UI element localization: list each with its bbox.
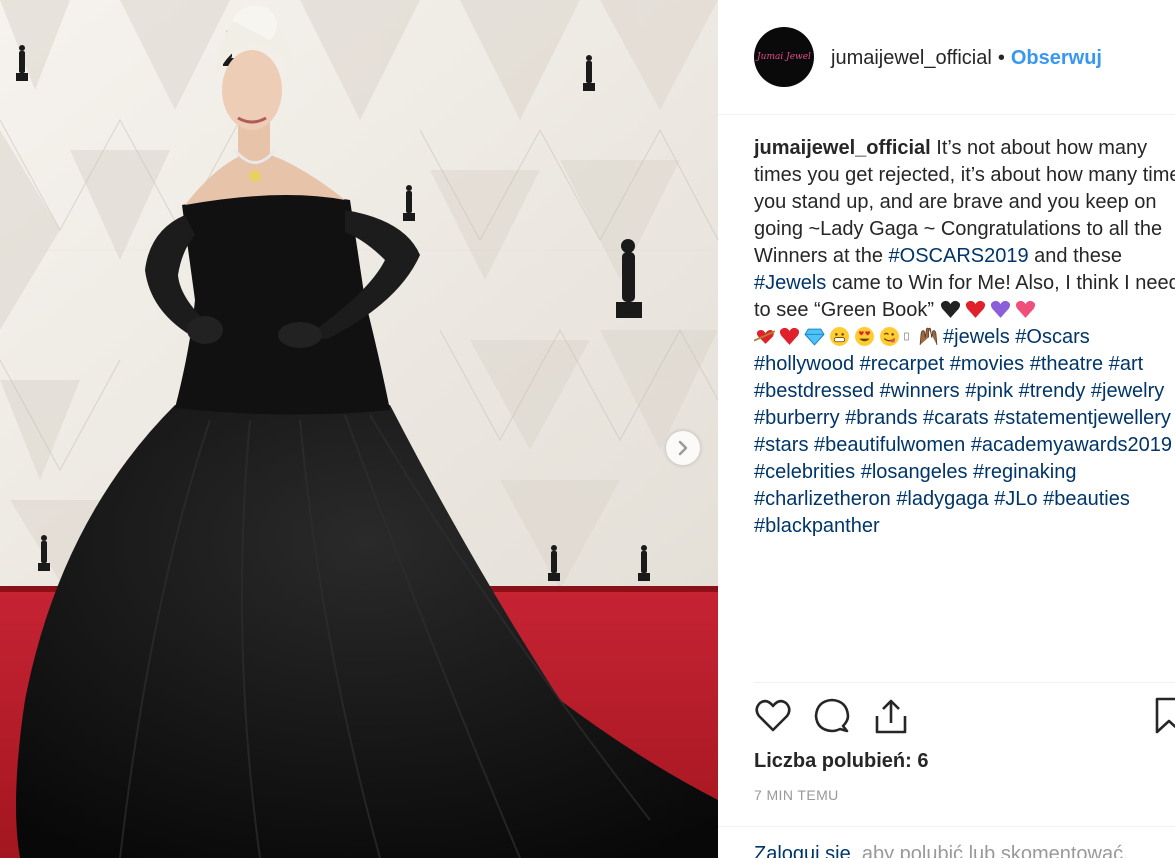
hashtag-link[interactable]: #bestdressed (754, 380, 874, 402)
hashtag-link[interactable]: #Jewels (754, 272, 826, 294)
red-carpet-photo (0, 0, 718, 858)
missing-glyph-icon (904, 332, 909, 341)
hashtag-link[interactable]: #statementjewellery (994, 407, 1171, 429)
hashtag-link[interactable]: #jewels (943, 326, 1010, 348)
caption-username-link[interactable]: jumaijewel_official (754, 137, 931, 159)
hashtag-link[interactable]: #art (1109, 353, 1143, 375)
hashtag-link[interactable]: #academyawards2019 (971, 434, 1172, 456)
comment-bubble-icon[interactable] (813, 697, 851, 735)
face-savoring-food-icon (880, 327, 899, 346)
login-link[interactable]: Zaloguj się (754, 843, 851, 858)
post-timestamp: 7 MIN TEMU (754, 787, 839, 803)
hashtag-link[interactable]: #beautifulwomen (814, 434, 965, 456)
hashtag-link[interactable]: #hollywood (754, 353, 854, 375)
login-prompt: Zaloguj się, aby polubić lub skomentować… (718, 826, 1175, 858)
post-photo[interactable] (0, 0, 718, 858)
hashtag-link[interactable]: #trendy (1019, 380, 1086, 402)
heart-with-arrow-icon (754, 329, 775, 344)
avatar-logo-text: Jumai Jewel (757, 52, 811, 62)
heart-eyes-face-icon (855, 327, 874, 346)
avatar[interactable]: Jumai Jewel (754, 27, 814, 87)
hashtag-link[interactable]: #carats (923, 407, 989, 429)
hashtag-link[interactable]: #OSCARS2019 (889, 245, 1029, 267)
login-prompt-text: , aby polubić lub skomentować. (850, 843, 1129, 858)
instagram-post: Jumai Jewel jumaijewel_official • Obserwuj… (0, 0, 1175, 858)
hashtag-link[interactable]: #brands (845, 407, 917, 429)
raised-hands-icon (919, 327, 938, 345)
hashtag-link[interactable]: #ladygaga (896, 488, 988, 510)
hashtag-link[interactable]: #Oscars (1015, 326, 1089, 348)
separator-dot: • (997, 47, 1005, 69)
red-heart-icon (965, 300, 985, 318)
hashtag-link[interactable]: #beauties (1043, 488, 1130, 510)
hashtag-link[interactable]: #blackpanther (754, 515, 880, 537)
black-heart-icon (940, 300, 960, 318)
post-header: Jumai Jewel jumaijewel_official • Obserwuj (718, 0, 1175, 115)
hashtag-list: #jewels #Oscars #hollywood #recarpet #mo… (754, 326, 1175, 537)
chevron-right-icon (678, 440, 688, 456)
grinning-face-icon (830, 327, 849, 346)
action-bar (754, 697, 1175, 737)
hashtag-link[interactable]: #celebrities (754, 461, 855, 483)
bookmark-icon[interactable] (1154, 697, 1175, 735)
hashtag-link[interactable]: #reginaking (973, 461, 1076, 483)
header-line: jumaijewel_official • Obserwuj (831, 45, 1102, 71)
purple-heart-icon (990, 300, 1010, 318)
emoji-row-1 (940, 299, 1040, 321)
hashtag-link[interactable]: #pink (965, 380, 1013, 402)
hashtag-link[interactable]: #stars (754, 434, 808, 456)
emoji-row-2 (754, 326, 943, 348)
hashtag-link[interactable]: #winners (880, 380, 960, 402)
hashtag-link[interactable]: #recarpet (860, 353, 945, 375)
likes-count[interactable]: Liczba polubień: 6 (754, 748, 928, 774)
sparkling-heart-icon (1015, 300, 1035, 318)
hashtag-link[interactable]: #burberry (754, 407, 840, 429)
hashtag-link[interactable]: #jewelry (1091, 380, 1164, 402)
hashtag-link[interactable]: #theatre (1030, 353, 1103, 375)
post-sidebar: Jumai Jewel jumaijewel_official • Obserwuj… (718, 0, 1175, 858)
caption-text-2: and these (1028, 245, 1128, 267)
hashtag-link[interactable]: #charlizetheron (754, 488, 891, 510)
next-photo-button[interactable] (666, 431, 700, 465)
username-link[interactable]: jumaijewel_official (831, 47, 992, 69)
section-divider (754, 682, 1175, 683)
share-upload-icon[interactable] (872, 697, 910, 735)
post-caption: jumaijewel_official It’s not about how m… (754, 135, 1175, 540)
hashtag-link[interactable]: #movies (950, 353, 1024, 375)
red-heart-icon (779, 327, 800, 345)
hashtag-link[interactable]: #losangeles (861, 461, 968, 483)
gem-icon (804, 328, 825, 346)
heart-outline-icon[interactable] (754, 697, 792, 735)
hashtag-link[interactable]: #JLo (994, 488, 1037, 510)
follow-button[interactable]: Obserwuj (1011, 47, 1102, 69)
